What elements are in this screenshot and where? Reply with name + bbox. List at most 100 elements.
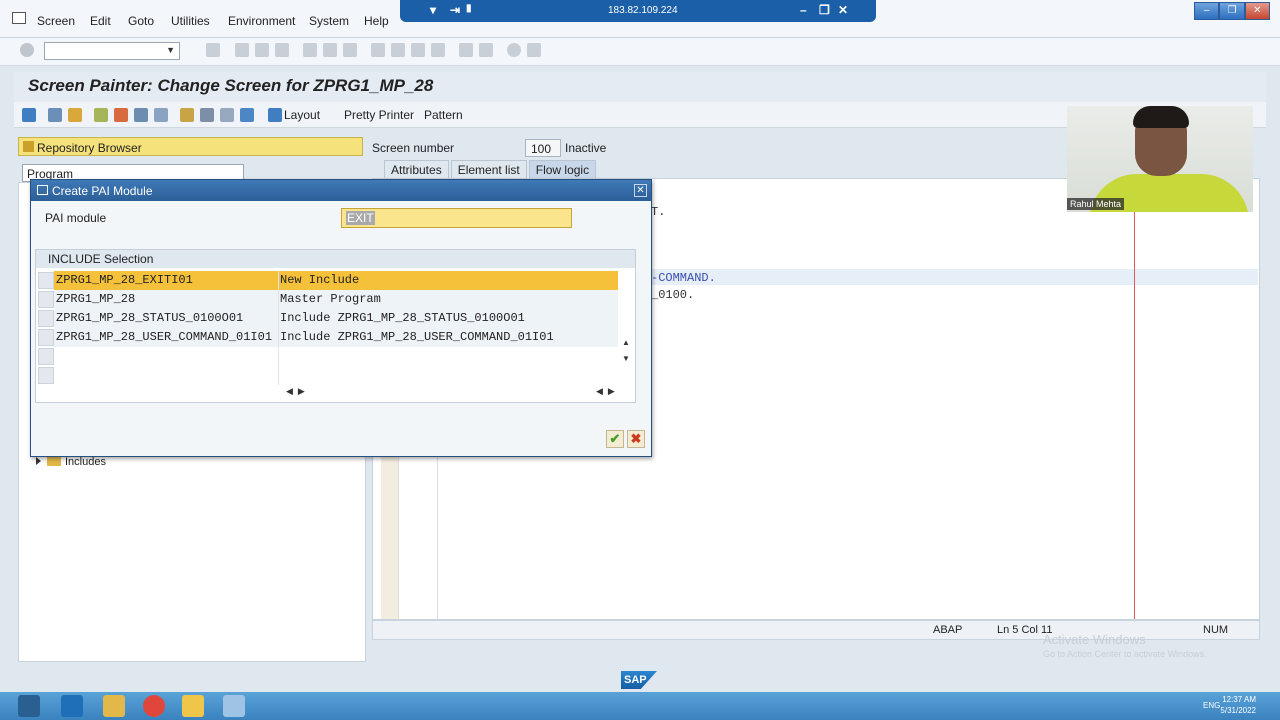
previous-page-icon[interactable] — [391, 43, 405, 57]
module-icon[interactable] — [200, 108, 214, 122]
tab-flow-logic[interactable]: Flow logic — [528, 160, 597, 178]
table-row[interactable]: ZPRG1_MP_28 Master Program — [36, 290, 635, 309]
sap-logon-icon[interactable] — [182, 695, 204, 717]
row-selector[interactable] — [38, 310, 54, 327]
menu-system[interactable]: System — [309, 14, 349, 28]
close-icon[interactable]: ✕ — [838, 3, 848, 17]
activate-windows-watermark: Activate Windows Go to Action Center to … — [1043, 632, 1207, 659]
find-next-icon[interactable] — [343, 43, 357, 57]
navigate-icon[interactable] — [154, 108, 168, 122]
table-row[interactable]: ZPRG1_MP_28_EXITI01 New Include — [36, 271, 635, 290]
server-manager-icon[interactable] — [18, 695, 40, 717]
menu-environment[interactable]: Environment — [228, 14, 295, 28]
tab-attributes[interactable]: Attributes — [384, 160, 449, 178]
sap-window-icon[interactable] — [12, 12, 26, 24]
menu-screen[interactable]: Screen — [37, 14, 75, 28]
language-indicator[interactable]: ENG — [1203, 701, 1220, 710]
enter-icon[interactable] — [20, 43, 34, 57]
where-used-icon[interactable] — [134, 108, 148, 122]
repository-browser-header[interactable]: Repository Browser — [18, 137, 363, 156]
screen-icon[interactable] — [220, 108, 234, 122]
screen-status: Inactive — [565, 141, 607, 155]
command-field[interactable]: ▼ — [44, 42, 180, 60]
other-object-icon[interactable] — [68, 108, 82, 122]
screen-tabs: Attributes Element list Flow logic — [384, 160, 598, 178]
powershell-icon[interactable] — [61, 695, 83, 717]
display-change-icon[interactable] — [48, 108, 62, 122]
hierarchy-icon[interactable] — [180, 108, 194, 122]
minimize-icon[interactable]: – — [800, 3, 807, 17]
window-controls: – ❐ ✕ — [1194, 2, 1270, 20]
chevron-down-icon[interactable]: ▾ — [430, 3, 436, 17]
shortcut-icon[interactable] — [479, 43, 493, 57]
watermark-title: Activate Windows — [1043, 632, 1146, 647]
scroll-down-icon[interactable]: ▼ — [622, 354, 630, 363]
last-page-icon[interactable] — [431, 43, 445, 57]
sap-logo: SAP — [621, 671, 657, 689]
exit-icon[interactable] — [255, 43, 269, 57]
pin-icon[interactable]: ⇥ — [450, 3, 460, 17]
activate-icon[interactable] — [114, 108, 128, 122]
menu-edit[interactable]: Edit — [90, 14, 111, 28]
code-line: _0100. — [651, 288, 695, 302]
layout-button[interactable]: Layout — [284, 108, 320, 122]
include-selection-header: INCLUDE Selection — [36, 250, 635, 268]
menu-utilities[interactable]: Utilities — [171, 14, 210, 28]
include-description: Include ZPRG1_MP_28_USER_COMMAND_01I01 — [278, 328, 618, 347]
table-row[interactable]: ZPRG1_MP_28_USER_COMMAND_01I01 Include Z… — [36, 328, 635, 347]
vertical-scrollbar[interactable]: ▲ ▼ — [619, 272, 633, 382]
pattern-button[interactable]: Pattern — [424, 108, 463, 122]
new-session-icon[interactable] — [459, 43, 473, 57]
include-selection-box: INCLUDE Selection ZPRG1_MP_28_EXITI01 Ne… — [35, 249, 636, 403]
include-name: ZPRG1_MP_28_USER_COMMAND_01I01 — [54, 328, 278, 347]
restore-icon[interactable]: ❐ — [819, 3, 830, 17]
layout-menu-icon[interactable] — [527, 43, 541, 57]
continue-button[interactable]: ✔ — [606, 430, 624, 448]
system-clock[interactable]: 12:37 AM 5/31/2022 — [1220, 694, 1256, 716]
create-icon — [37, 185, 48, 195]
close-button[interactable]: ✕ — [1244, 2, 1270, 20]
chrome-icon[interactable] — [143, 695, 165, 717]
expand-icon[interactable] — [36, 457, 41, 465]
first-page-icon[interactable] — [371, 43, 385, 57]
check-icon[interactable] — [94, 108, 108, 122]
sap-gui-icon[interactable] — [223, 695, 245, 717]
save-icon[interactable] — [206, 43, 220, 57]
menu-help[interactable]: Help — [364, 14, 389, 28]
row-selector[interactable] — [38, 348, 54, 365]
menu-goto[interactable]: Goto — [128, 14, 154, 28]
row-selector[interactable] — [38, 291, 54, 308]
scroll-up-icon[interactable]: ▲ — [622, 338, 630, 347]
current-line-highlight — [643, 269, 1258, 285]
pai-module-input[interactable]: EXIT — [341, 208, 572, 228]
info-icon[interactable] — [240, 108, 254, 122]
next-page-icon[interactable] — [411, 43, 425, 57]
pretty-printer-button[interactable]: Pretty Printer — [344, 108, 414, 122]
back-icon[interactable] — [235, 43, 249, 57]
maximize-button[interactable]: ❐ — [1219, 2, 1245, 20]
include-table: ZPRG1_MP_28_EXITI01 New Include ZPRG1_MP… — [36, 271, 635, 385]
cancel-button[interactable]: ✖ — [627, 430, 645, 448]
horizontal-scroll-right[interactable]: ◀ ▶ — [596, 386, 615, 397]
back-arrow-icon[interactable] — [22, 108, 36, 122]
row-selector[interactable] — [38, 272, 54, 289]
code-line: T. — [651, 205, 666, 219]
tree-node-includes[interactable]: Includes — [36, 456, 106, 468]
layout-arrow-icon[interactable] — [268, 108, 282, 122]
help-icon[interactable] — [507, 43, 521, 57]
chevron-down-icon[interactable]: ▼ — [166, 45, 175, 55]
print-icon[interactable] — [303, 43, 317, 57]
tab-element-list[interactable]: Element list — [450, 160, 527, 178]
minimize-button[interactable]: – — [1194, 2, 1220, 20]
include-description: New Include — [278, 271, 618, 290]
pai-module-value: EXIT — [346, 211, 375, 225]
close-icon[interactable]: ✕ — [634, 184, 647, 197]
table-row[interactable]: ZPRG1_MP_28_STATUS_0100O01 Include ZPRG1… — [36, 309, 635, 328]
pai-module-label: PAI module — [45, 211, 107, 225]
horizontal-scroll-left[interactable]: ◀ ▶ — [286, 386, 305, 397]
row-selector[interactable] — [38, 329, 54, 346]
file-explorer-icon[interactable] — [103, 695, 125, 717]
row-selector[interactable] — [38, 367, 54, 384]
find-icon[interactable] — [323, 43, 337, 57]
cancel-icon[interactable] — [275, 43, 289, 57]
